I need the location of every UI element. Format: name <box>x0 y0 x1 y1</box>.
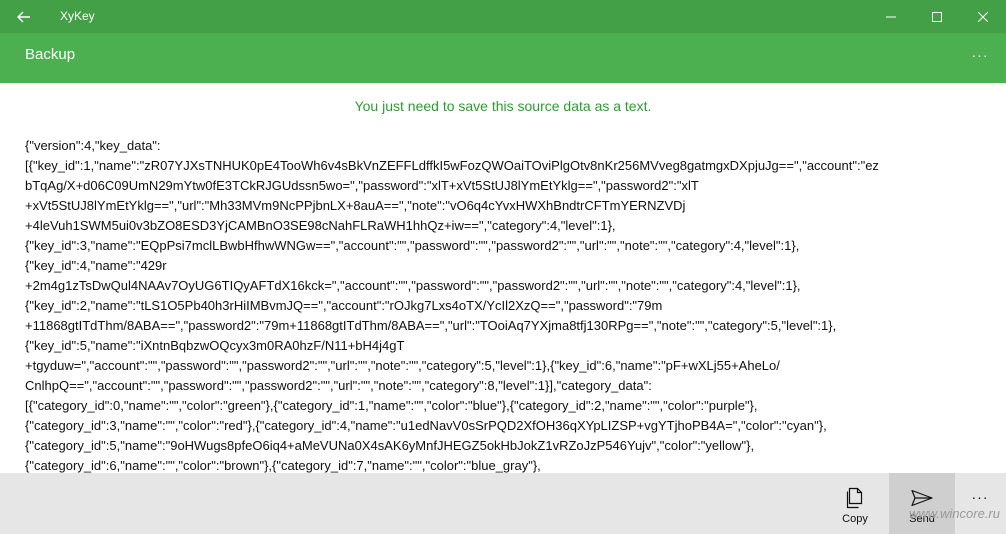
copy-icon <box>846 487 863 509</box>
back-arrow-icon <box>17 11 30 22</box>
back-button[interactable] <box>0 0 48 33</box>
maximize-button[interactable] <box>914 0 960 33</box>
close-icon <box>978 11 988 22</box>
title-bar: XyKey <box>0 0 1006 33</box>
watermark: www.wincore.ru <box>908 506 1000 521</box>
source-line: {"version":4,"key_data": <box>25 138 161 153</box>
copy-button[interactable]: Copy <box>822 473 888 534</box>
source-line: {"key_id":4,"name":"429r <box>25 258 167 273</box>
minimize-button[interactable] <box>868 0 914 33</box>
source-line: [{"category_id":0,"name":"","color":"gre… <box>25 398 758 413</box>
source-data-text[interactable]: {"version":4,"key_data": [{"key_id":1,"n… <box>25 136 980 473</box>
source-line: bTqAg/X+d06C09UmN29mYtw0fE3TCkRJGUdssn5w… <box>25 178 699 193</box>
app-bar: Backup ··· <box>0 33 1006 83</box>
close-button[interactable] <box>960 0 1006 33</box>
source-line: +tgyduw=","account":"","password":"","pa… <box>25 358 780 373</box>
send-button[interactable]: Send <box>889 473 955 534</box>
source-line: CnlhpQ==","account":"","password":"","pa… <box>25 378 652 393</box>
source-line: +2m4g1zTsDwQul4NAAv7OyUG6TIQyAFTdX16kck=… <box>25 278 801 293</box>
source-line: +4leVuh1SWM5ui0v3bZO8ESD3YjCAMBnO3SE98cN… <box>25 218 616 233</box>
source-line: [{"key_id":1,"name":"zR07YJXsTNHUK0pE4To… <box>25 158 879 173</box>
source-line: {"category_id":3,"name":"","color":"red"… <box>25 418 827 433</box>
source-line: {"key_id":5,"name":"iXntnBqbzwOQcyx3m0RA… <box>25 338 405 353</box>
app-title: XyKey <box>60 9 95 23</box>
source-line: +11868gtITdThm/8ABA==","password2":"79m+… <box>25 318 837 333</box>
minimize-icon <box>886 16 896 17</box>
send-icon <box>911 489 933 507</box>
command-bar: Copy Send ··· <box>0 473 1006 534</box>
hint-text: You just need to save this source data a… <box>354 98 652 114</box>
page-title: Backup <box>25 46 76 63</box>
source-line: {"category_id":5,"name":"9oHWugs8pfeO6iq… <box>25 438 755 453</box>
source-line: +xVt5StUJ8lYmEtYklg==","url":"Mh33MVm9Nc… <box>25 198 686 213</box>
header-more-button[interactable]: ··· <box>962 33 998 77</box>
maximize-icon <box>932 11 942 22</box>
backup-content: You just need to save this source data a… <box>0 83 1006 473</box>
source-line: {"category_id":6,"name":"","color":"brow… <box>25 458 541 473</box>
copy-label: Copy <box>842 513 868 525</box>
source-line: {"key_id":3,"name":"EQpPsi7mclLBwbHfhwWN… <box>25 238 800 253</box>
source-line: {"key_id":2,"name":"tLS1O5Pb40h3rHiIMBvm… <box>25 298 663 313</box>
